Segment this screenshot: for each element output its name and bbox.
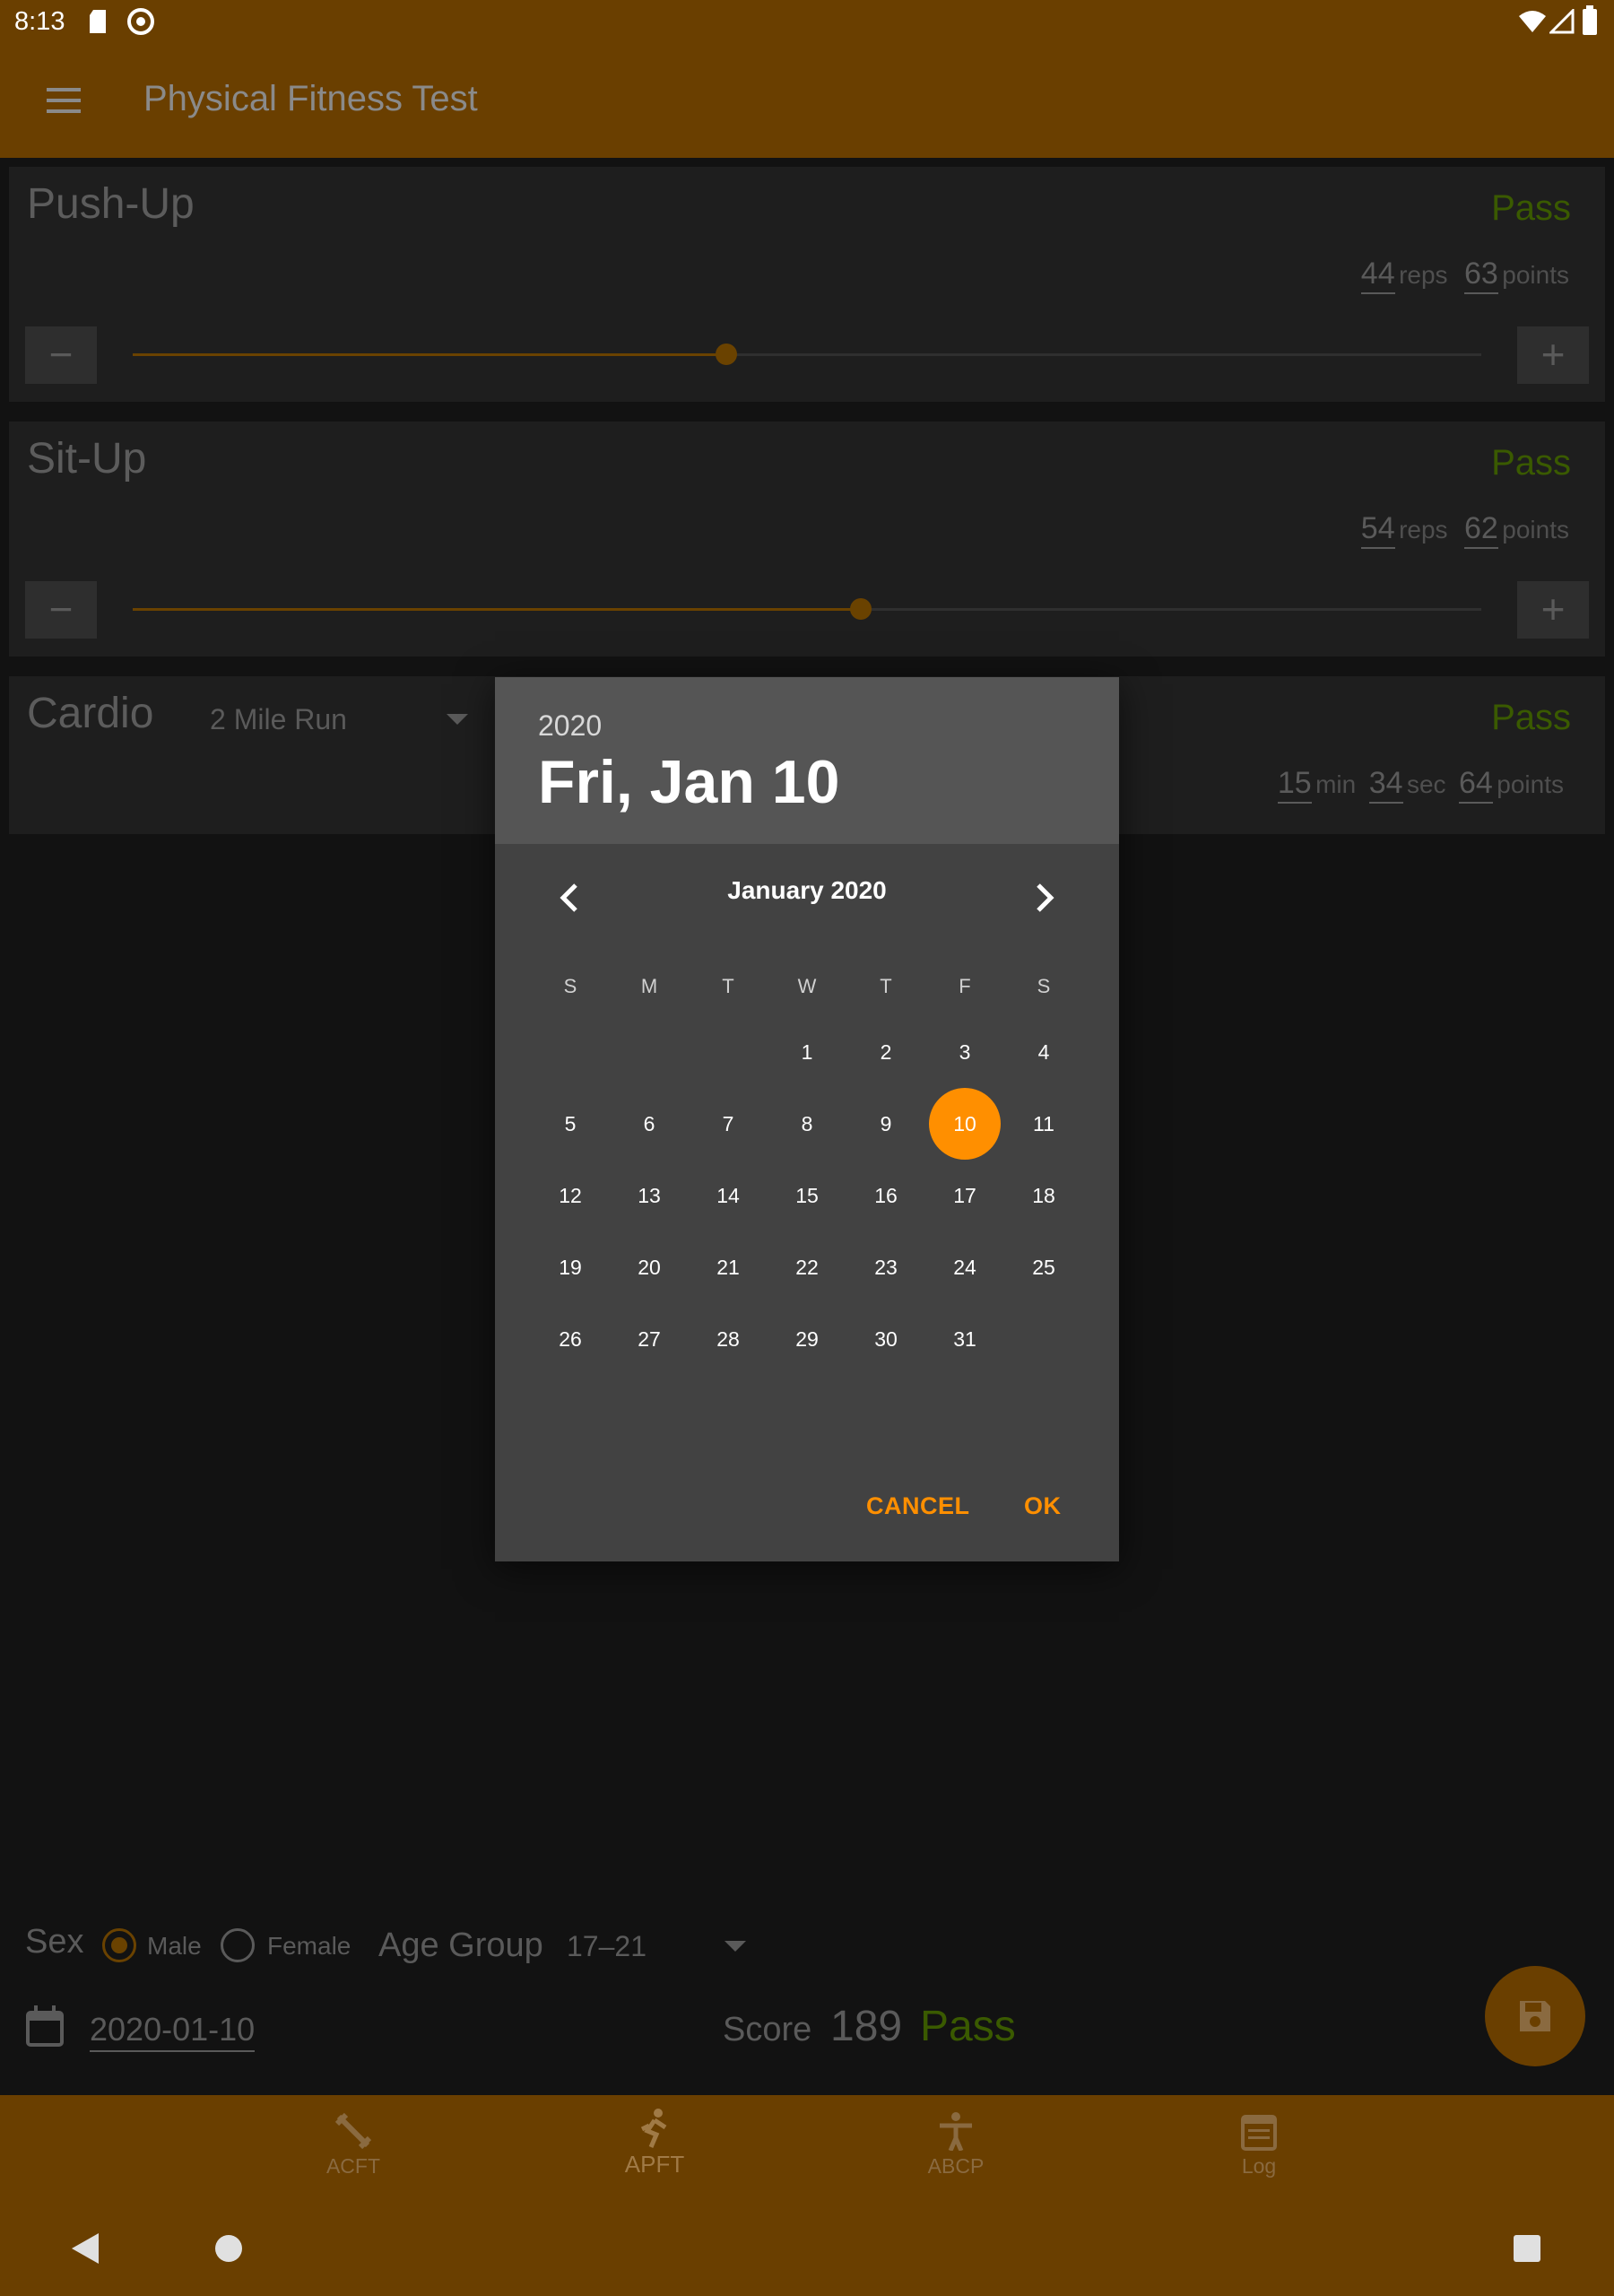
calendar-day[interactable]: 7 xyxy=(692,1088,764,1160)
calendar-day[interactable]: 12 xyxy=(534,1160,606,1231)
calendar-day[interactable]: 11 xyxy=(1008,1088,1080,1160)
calendar-day[interactable]: 25 xyxy=(1008,1231,1080,1303)
calendar-day[interactable]: 29 xyxy=(771,1303,843,1375)
calendar-day[interactable]: 28 xyxy=(692,1303,764,1375)
calendar-day-selected[interactable]: 10 xyxy=(929,1088,1001,1160)
calendar-day[interactable]: 20 xyxy=(613,1231,685,1303)
calendar-day[interactable]: 5 xyxy=(534,1088,606,1160)
weekday-label: M xyxy=(640,975,658,997)
next-month-button[interactable] xyxy=(1019,873,1069,923)
calendar-day[interactable]: 15 xyxy=(771,1160,843,1231)
calendar-day[interactable]: 30 xyxy=(850,1303,922,1375)
calendar-day[interactable]: 19 xyxy=(534,1231,606,1303)
date-picker-selected-date: Fri, Jan 10 xyxy=(538,748,840,816)
calendar-day[interactable]: 4 xyxy=(1008,1016,1080,1088)
date-picker-dialog: 2020 Fri, Jan 10 January 2020 SMTWTFS 12… xyxy=(495,677,1119,1561)
date-picker-year[interactable]: 2020 xyxy=(538,709,602,743)
calendar-day[interactable]: 22 xyxy=(771,1231,843,1303)
calendar-day[interactable]: 26 xyxy=(534,1303,606,1375)
weekday-label: T xyxy=(880,975,892,997)
calendar-day[interactable]: 27 xyxy=(613,1303,685,1375)
date-picker-header: 2020 Fri, Jan 10 xyxy=(495,677,1119,844)
calendar-day[interactable]: 13 xyxy=(613,1160,685,1231)
cancel-button[interactable]: CANCEL xyxy=(866,1492,970,1520)
weekday-label: F xyxy=(959,975,971,997)
calendar-day[interactable]: 24 xyxy=(929,1231,1001,1303)
weekday-label: T xyxy=(722,975,734,997)
ok-button[interactable]: OK xyxy=(1024,1492,1062,1520)
calendar-day[interactable]: 3 xyxy=(929,1016,1001,1088)
chevron-right-icon xyxy=(1037,883,1054,912)
weekday-label: S xyxy=(1037,975,1051,997)
calendar-day-grid: 1 2 3 4 5 6 7 8 9 10 11 12 13 14 15 16 17 18 19 20 21 22 23 24 2… xyxy=(531,1016,1083,1393)
calendar-day[interactable]: 1 xyxy=(771,1016,843,1088)
calendar-day[interactable]: 18 xyxy=(1008,1160,1080,1231)
calendar-day[interactable]: 6 xyxy=(613,1088,685,1160)
calendar-day[interactable]: 23 xyxy=(850,1231,922,1303)
calendar-day[interactable]: 31 xyxy=(929,1303,1001,1375)
calendar-day[interactable]: 2 xyxy=(850,1016,922,1088)
calendar-day[interactable]: 9 xyxy=(850,1088,922,1160)
weekday-label: W xyxy=(797,975,817,997)
calendar-day[interactable]: 21 xyxy=(692,1231,764,1303)
calendar-day[interactable]: 16 xyxy=(850,1160,922,1231)
weekday-label: S xyxy=(563,975,577,997)
calendar-day[interactable]: 17 xyxy=(929,1160,1001,1231)
calendar-day[interactable]: 8 xyxy=(771,1088,843,1160)
calendar-day[interactable]: 14 xyxy=(692,1160,764,1231)
